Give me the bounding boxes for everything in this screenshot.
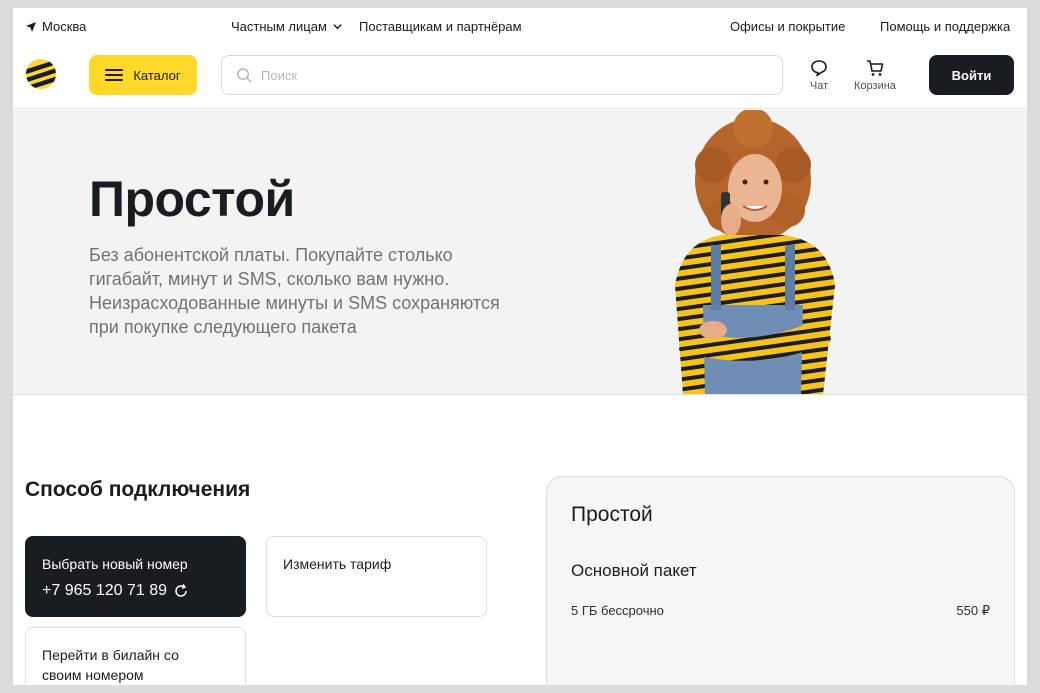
- cart-label: Корзина: [854, 80, 896, 92]
- main-header: Каталог Чат Корзина Войти: [13, 46, 1027, 109]
- search-icon: [237, 67, 252, 83]
- private-persons-label: Частным лицам: [231, 19, 327, 34]
- hero-title: Простой: [89, 171, 295, 227]
- top-bar: Москва Частным лицам Поставщикам и партн…: [13, 8, 1027, 46]
- chevron-down-icon: [333, 24, 342, 30]
- partners-link[interactable]: Поставщикам и партнёрам: [359, 19, 522, 34]
- menu-icon: [105, 69, 124, 81]
- cart-icon: [866, 60, 884, 76]
- summary-title: Простой: [571, 503, 653, 526]
- option-change-tariff[interactable]: Изменить тариф: [266, 536, 487, 617]
- beeline-logo[interactable]: [25, 58, 57, 90]
- option-port-number-label: Перейти в билайн со своим номером: [42, 647, 179, 683]
- connection-title: Способ подключения: [25, 478, 251, 501]
- hero-woman-image: [675, 110, 835, 394]
- login-button[interactable]: Войти: [929, 55, 1014, 95]
- help-link[interactable]: Помощь и поддержка: [880, 19, 1010, 34]
- search-input[interactable]: [261, 60, 761, 90]
- cart-button[interactable]: Корзина: [854, 58, 896, 92]
- hero-description: Без абонентской платы. Покупайте столько…: [89, 245, 500, 337]
- page: Москва Частным лицам Поставщикам и партн…: [13, 8, 1027, 685]
- city-label: Москва: [42, 19, 87, 34]
- refresh-icon[interactable]: [173, 583, 189, 599]
- tariff-summary: Простой Основной пакет 5 ГБ бессрочно 55…: [546, 476, 1015, 685]
- city-selector[interactable]: Москва: [25, 19, 86, 34]
- private-persons-menu[interactable]: Частным лицам: [231, 19, 343, 34]
- offices-link[interactable]: Офисы и покрытие: [730, 19, 845, 34]
- package-title: Основной пакет: [571, 561, 697, 580]
- location-arrow-icon: [26, 21, 36, 32]
- new-number-row: +7 965 120 71 89: [42, 582, 189, 600]
- search-bar[interactable]: [221, 55, 783, 95]
- phone-number: +7 965 120 71 89: [42, 582, 168, 599]
- chat-button[interactable]: Чат: [809, 58, 829, 92]
- option-port-number[interactable]: Перейти в билайн со своим номером: [25, 627, 246, 685]
- package-item: 5 ГБ бессрочно: [571, 603, 664, 618]
- chat-icon: [811, 60, 827, 77]
- hero-banner: Простой Без абонентской платы. Покупайте…: [13, 110, 1027, 395]
- chat-label: Чат: [809, 80, 829, 92]
- package-price: 550 ₽: [956, 603, 990, 618]
- option-new-number[interactable]: Выбрать новый номер +7 965 120 71 89: [25, 536, 246, 617]
- catalog-button[interactable]: Каталог: [89, 55, 197, 95]
- catalog-label: Каталог: [133, 67, 181, 83]
- option-new-number-label: Выбрать новый номер: [42, 556, 188, 572]
- option-change-tariff-label: Изменить тариф: [283, 556, 392, 572]
